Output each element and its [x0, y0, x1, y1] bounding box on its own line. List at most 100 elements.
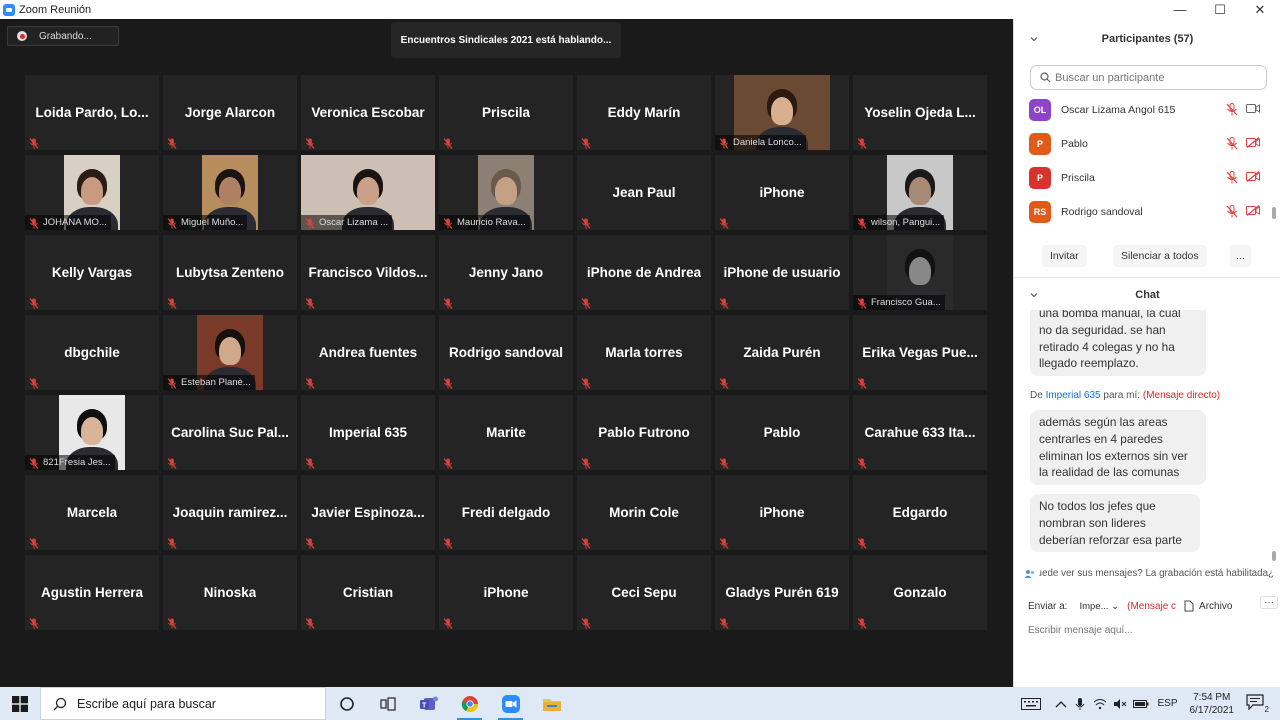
participant-name: iPhone	[759, 185, 805, 200]
more-button[interactable]: ...	[1230, 245, 1251, 267]
clock[interactable]: 7:54 PM 6/17/2021	[1190, 691, 1235, 717]
participant-tile[interactable]: Loida Pardo, Lo...	[25, 75, 159, 150]
participant-tile[interactable]: Edgardo	[853, 475, 987, 550]
participant-tile[interactable]: Lubytsa Zenteno	[163, 235, 297, 310]
participant-tile[interactable]: JOHANA MO...	[25, 155, 159, 230]
sender-name[interactable]: Imperial 635	[1046, 390, 1101, 401]
recipient-select[interactable]: Impe... ⌄	[1075, 599, 1123, 614]
participant-tile[interactable]: Joaquin ramirez...	[163, 475, 297, 550]
participant-tile[interactable]: Carolina Suc Pal...	[163, 395, 297, 470]
notifications-button[interactable]: 2	[1246, 693, 1270, 714]
participant-tile[interactable]: Carahue 633 Ita...	[853, 395, 987, 470]
participant-tile[interactable]: iPhone de usuario	[715, 235, 849, 310]
participant-tile[interactable]: Jenny Jano	[439, 235, 573, 310]
chevron-down-icon[interactable]	[1030, 35, 1038, 43]
participant-tile[interactable]: Mauricio Rava...	[439, 155, 573, 230]
file-explorer-app[interactable]	[531, 687, 572, 720]
participant-tile[interactable]: wilson, Pangui...	[853, 155, 987, 230]
zoom-app[interactable]	[490, 687, 531, 720]
participant-tile[interactable]: iPhone	[715, 155, 849, 230]
minimize-button[interactable]: —	[1160, 0, 1200, 19]
chat-more-button[interactable]: ···	[1260, 596, 1278, 609]
participant-tile[interactable]: Erika Vegas Pue...	[853, 315, 987, 390]
microphone-icon[interactable]	[1075, 697, 1085, 711]
participant-tile[interactable]: 821Fresia Jes...	[25, 395, 159, 470]
close-button[interactable]: ✕	[1240, 0, 1280, 19]
search-input[interactable]: Buscar un participante	[1055, 72, 1164, 84]
participant-tile[interactable]: Agustin Herrera	[25, 555, 159, 630]
participant-row[interactable]: OL Oscar Lizama Angol 615	[1014, 93, 1272, 127]
participant-tile[interactable]: Marite	[439, 395, 573, 470]
participant-tile[interactable]: Priscila	[439, 75, 573, 150]
mic-muted-icon[interactable]	[1226, 137, 1238, 150]
participant-tile[interactable]: Andrea fuentes	[301, 315, 435, 390]
taskbar-search-input[interactable]: Escribe aquí para buscar	[77, 697, 216, 711]
invite-button[interactable]: Invitar	[1042, 245, 1087, 267]
recording-indicator[interactable]: Grabando...	[7, 26, 119, 46]
maximize-button[interactable]: ☐	[1200, 0, 1240, 19]
participant-tile[interactable]: Fredi delgado	[439, 475, 573, 550]
participant-tile[interactable]: Jean Paul	[577, 155, 711, 230]
participant-tile[interactable]: Pablo	[715, 395, 849, 470]
taskbar-search[interactable]: Escribe aquí para buscar	[40, 687, 326, 720]
participant-tile[interactable]: Yoselin Ojeda L...	[853, 75, 987, 150]
participant-tile[interactable]: Gonzalo	[853, 555, 987, 630]
participant-tile[interactable]: Jorge Alarcon	[163, 75, 297, 150]
video-camera-icon[interactable]	[1246, 103, 1260, 114]
participant-tile[interactable]: Ninoska	[163, 555, 297, 630]
participant-tile[interactable]: iPhone	[439, 555, 573, 630]
participant-tile[interactable]: iPhone de Andrea	[577, 235, 711, 310]
participant-tile[interactable]: Gladys Purén 619	[715, 555, 849, 630]
cortana-button[interactable]	[326, 687, 367, 720]
participant-tile[interactable]: Cristian	[301, 555, 435, 630]
chat-message-input[interactable]	[1028, 621, 1268, 639]
participant-row[interactable]: P Priscila	[1014, 161, 1272, 195]
teams-app[interactable]: T	[408, 687, 449, 720]
participant-tile[interactable]: Oscar Lizama ...	[301, 155, 435, 230]
file-button[interactable]: Archivo	[1184, 600, 1232, 612]
participant-tile[interactable]: Javier Espinoza...	[301, 475, 435, 550]
video-off-icon[interactable]	[1246, 171, 1260, 182]
start-button[interactable]	[0, 687, 40, 720]
mic-muted-icon[interactable]	[1226, 205, 1238, 218]
participant-row[interactable]: RS Rodrigo sandoval	[1014, 195, 1272, 229]
language-indicator[interactable]: ESP	[1157, 698, 1177, 709]
windows-taskbar: Escribe aquí para buscar T ESP 7:54 PM 6…	[0, 687, 1280, 720]
participant-tile[interactable]: Pablo Futrono	[577, 395, 711, 470]
network-icon[interactable]	[1093, 698, 1107, 710]
participant-tile[interactable]: Marcela	[25, 475, 159, 550]
task-view-button[interactable]	[367, 687, 408, 720]
volume-muted-icon[interactable]	[1113, 698, 1127, 710]
participant-row[interactable]: P Pablo	[1014, 127, 1272, 161]
keyboard-icon[interactable]	[1021, 697, 1042, 710]
participant-tile[interactable]: Imperial 635	[301, 395, 435, 470]
participant-tile[interactable]: Esteban Planè...	[163, 315, 297, 390]
participant-tile[interactable]: dbgchile	[25, 315, 159, 390]
participant-tile[interactable]: Francisco Vildos...	[301, 235, 435, 310]
chevron-up-icon[interactable]	[1055, 700, 1067, 708]
participant-tile[interactable]: Daniela Lonco...	[715, 75, 849, 150]
chrome-app[interactable]	[449, 687, 490, 720]
participant-tile[interactable]: Kelly Vargas	[25, 235, 159, 310]
battery-icon[interactable]	[1133, 699, 1149, 709]
participant-tile[interactable]: Veronica Escobar	[301, 75, 435, 150]
participant-tile[interactable]: Zaida Purén	[715, 315, 849, 390]
participant-tile[interactable]: iPhone	[715, 475, 849, 550]
participant-tile[interactable]: Rodrigo sandoval	[439, 315, 573, 390]
participant-tile[interactable]: Francisco Gua...	[853, 235, 987, 310]
participant-tile[interactable]: Morin Cole	[577, 475, 711, 550]
mic-muted-icon[interactable]	[1226, 171, 1238, 184]
video-off-icon[interactable]	[1246, 137, 1260, 148]
mute-all-button[interactable]: Silenciar a todos	[1113, 245, 1207, 267]
chat-scrollbar[interactable]	[1272, 551, 1276, 561]
participant-tile[interactable]: Eddy Marín	[577, 75, 711, 150]
chevron-down-icon[interactable]	[1030, 291, 1038, 299]
participant-tile[interactable]: Marla torres	[577, 315, 711, 390]
participant-tile[interactable]: Ceci Sepu	[577, 555, 711, 630]
mic-muted-icon[interactable]	[1226, 103, 1238, 116]
participant-tile[interactable]: Miguel Muño...	[163, 155, 297, 230]
participant-scrollbar[interactable]	[1272, 207, 1276, 219]
participant-search[interactable]: Buscar un participante	[1030, 65, 1267, 90]
video-off-icon[interactable]	[1246, 205, 1260, 216]
chat-privacy-notice[interactable]: ¿Quién puede ver sus mensajes? La grabac…	[1024, 568, 1274, 579]
